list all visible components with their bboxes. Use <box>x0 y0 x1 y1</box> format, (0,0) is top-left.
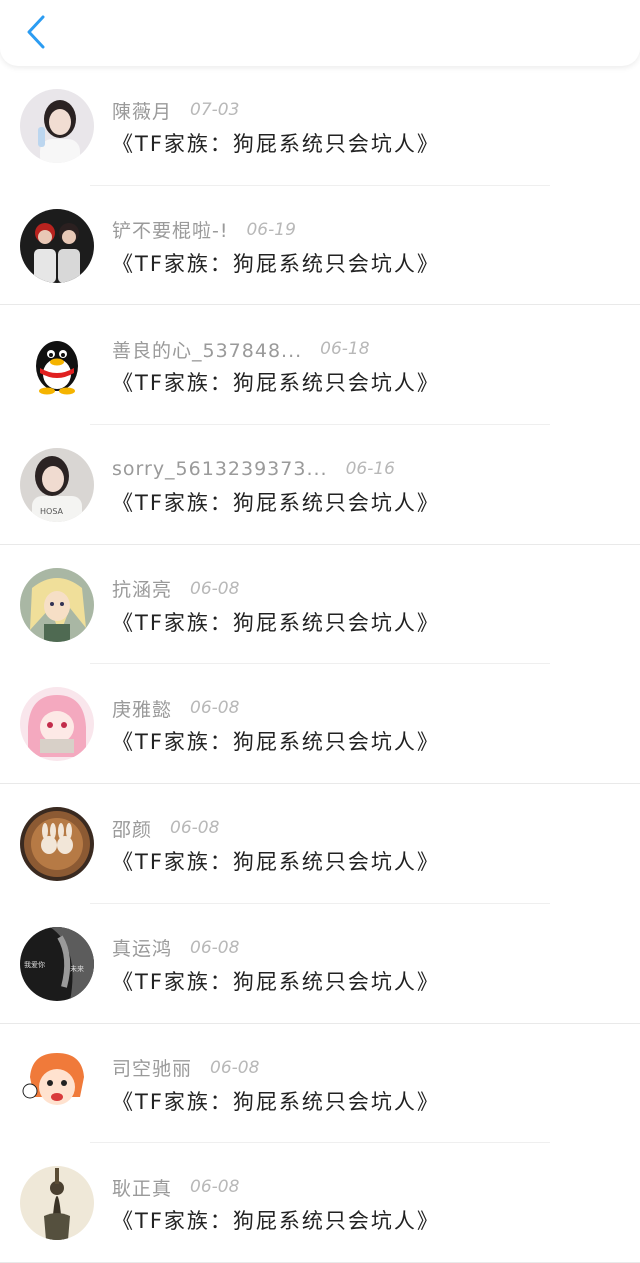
reader-list: 陳薇月 07-03 《TF家族：狗屁系统只会坑人》 铲不要棍啦-! 06-19 … <box>0 66 640 1263</box>
list-item[interactable]: 陳薇月 07-03 《TF家族：狗屁系统只会坑人》 <box>0 66 640 186</box>
book-title[interactable]: 《TF家族：狗屁系统只会坑人》 <box>112 128 440 158</box>
list-item[interactable]: 司空驰丽 06-08 《TF家族：狗屁系统只会坑人》 <box>0 1024 640 1144</box>
list-item[interactable]: HOSA sorry_5613239373... 06-16 《TF家族：狗屁系… <box>0 425 640 545</box>
user-name[interactable]: 邵颜 <box>112 815 152 842</box>
book-title[interactable]: 《TF家族：狗屁系统只会坑人》 <box>112 1086 440 1116</box>
avatar-anime-blonde[interactable] <box>20 567 94 642</box>
item-meta: 庚雅懿 06-08 <box>112 694 239 722</box>
user-name[interactable]: 善良的心_537848... <box>112 336 302 363</box>
user-name[interactable]: 庚雅懿 <box>112 695 172 722</box>
book-title[interactable]: 《TF家族：狗屁系统只会坑人》 <box>112 248 440 278</box>
svg-text:HOSA: HOSA <box>40 507 64 516</box>
item-meta: 司空驰丽 06-08 <box>112 1054 259 1082</box>
svg-text:未来: 未来 <box>70 964 84 973</box>
user-name[interactable]: sorry_5613239373... <box>112 458 328 480</box>
avatar-dark-photo[interactable]: 我爱你 未来 <box>20 926 94 1001</box>
svg-text:我爱你: 我爱你 <box>24 960 45 969</box>
item-date: 06-18 <box>320 339 370 360</box>
item-meta: 抗涵亮 06-08 <box>112 575 239 603</box>
item-meta: 铲不要棍啦-! 06-19 <box>112 216 296 244</box>
user-name[interactable]: 司空驰丽 <box>112 1054 192 1081</box>
list-item[interactable]: 善良的心_537848... 06-18 《TF家族：狗屁系统只会坑人》 <box>0 305 640 426</box>
avatar-qq-penguin[interactable] <box>20 328 94 403</box>
book-title[interactable]: 《TF家族：狗屁系统只会坑人》 <box>112 1205 440 1235</box>
list-item[interactable]: 庚雅懿 06-08 《TF家族：狗屁系统只会坑人》 <box>0 664 640 785</box>
list-item[interactable]: 抗涵亮 06-08 《TF家族：狗屁系统只会坑人》 <box>0 545 640 665</box>
list-item[interactable]: 邵颜 06-08 《TF家族：狗屁系统只会坑人》 <box>0 784 640 904</box>
avatar-photo-girl-2[interactable]: HOSA <box>20 448 94 523</box>
user-name[interactable]: 铲不要棍啦-! <box>112 216 228 243</box>
item-date: 06-08 <box>190 578 240 599</box>
item-meta: 真运鸿 06-08 <box>112 934 239 962</box>
item-date: 06-08 <box>190 698 240 719</box>
book-title[interactable]: 《TF家族：狗屁系统只会坑人》 <box>112 367 440 397</box>
avatar-photo-girl[interactable] <box>20 89 94 163</box>
item-date: 06-08 <box>170 818 220 839</box>
avatar-anime-pink[interactable] <box>20 687 94 762</box>
chevron-left-icon <box>27 15 45 49</box>
user-name[interactable]: 耿正真 <box>112 1174 172 1201</box>
item-meta: sorry_5613239373... 06-16 <box>112 455 395 483</box>
list-item[interactable]: 耿正真 06-08 《TF家族：狗屁系统只会坑人》 <box>0 1143 640 1263</box>
user-name[interactable]: 抗涵亮 <box>112 575 172 602</box>
list-item[interactable]: 我爱你 未来 真运鸿 06-08 《TF家族：狗屁系统只会坑人》 <box>0 904 640 1024</box>
book-title[interactable]: 《TF家族：狗屁系统只会坑人》 <box>112 966 440 996</box>
item-meta: 耿正真 06-08 <box>112 1173 239 1201</box>
item-date: 06-08 <box>190 1177 240 1198</box>
item-date: 06-16 <box>345 459 395 480</box>
book-title[interactable]: 《TF家族：狗屁系统只会坑人》 <box>112 726 440 756</box>
top-bar <box>0 0 640 66</box>
avatar-cartoon-orange[interactable] <box>20 1046 94 1121</box>
item-meta: 邵颜 06-08 <box>112 814 219 842</box>
book-title[interactable]: 《TF家族：狗屁系统只会坑人》 <box>112 487 440 517</box>
book-title[interactable]: 《TF家族：狗屁系统只会坑人》 <box>112 607 440 637</box>
avatar-statue-photo[interactable] <box>20 1166 94 1241</box>
item-date: 07-03 <box>190 100 240 120</box>
list-item[interactable]: 铲不要棍啦-! 06-19 《TF家族：狗屁系统只会坑人》 <box>0 186 640 306</box>
avatar-photo-two-boys[interactable] <box>20 208 94 283</box>
item-meta: 陳薇月 07-03 <box>112 96 239 124</box>
user-name[interactable]: 陳薇月 <box>112 97 172 124</box>
avatar-latte-art[interactable] <box>20 807 94 882</box>
back-button[interactable] <box>22 12 50 52</box>
book-title[interactable]: 《TF家族：狗屁系统只会坑人》 <box>112 846 440 876</box>
item-date: 06-08 <box>190 937 240 958</box>
item-meta: 善良的心_537848... 06-18 <box>112 335 370 363</box>
item-date: 06-08 <box>210 1057 260 1078</box>
item-date: 06-19 <box>246 219 296 240</box>
user-name[interactable]: 真运鸿 <box>112 934 172 961</box>
